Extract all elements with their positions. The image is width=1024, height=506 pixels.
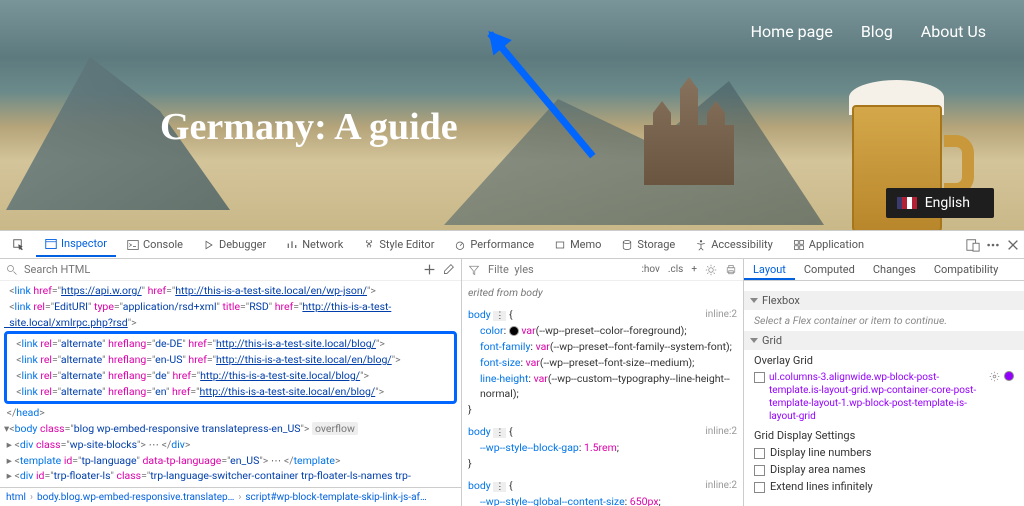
flexbox-hint: Select a Flex container or item to conti… <box>754 314 1014 327</box>
us-flag-icon <box>897 197 917 209</box>
nav-about[interactable]: About Us <box>921 22 986 41</box>
tab-memory[interactable]: Memo <box>545 233 610 256</box>
filter-icon <box>468 264 480 276</box>
nav-home[interactable]: Home page <box>751 22 833 41</box>
search-icon <box>6 264 18 276</box>
light-icon[interactable] <box>705 264 717 276</box>
nav-blog[interactable]: Blog <box>861 22 893 41</box>
add-rule-icon[interactable]: + <box>691 264 697 275</box>
tab-style-editor[interactable]: Style Editor <box>354 233 443 256</box>
opt-extend-lines[interactable]: Extend lines infinitely <box>754 480 1014 493</box>
hov-toggle[interactable]: :hov <box>641 264 659 275</box>
tab-storage[interactable]: Storage <box>612 233 684 256</box>
tab-application[interactable]: Application <box>784 233 873 256</box>
print-icon[interactable] <box>725 264 737 276</box>
page-title: Germany: A guide <box>160 105 458 149</box>
responsive-icon[interactable] <box>966 238 980 252</box>
devtools-tabs: Inspector Console Debugger Network Style… <box>0 231 1024 259</box>
highlighted-hreflang-block: <link rel="alternate" hreflang="de-DE" h… <box>4 331 457 404</box>
inspector-picker-icon[interactable] <box>4 234 34 256</box>
devtools-body: <link href="https://api.w.org/" href="ht… <box>0 259 1024 506</box>
tab-changes[interactable]: Changes <box>864 259 925 280</box>
html-panel: <link href="https://api.w.org/" href="ht… <box>0 259 462 506</box>
grid-overlay-item[interactable]: ul.columns-3.alignwide.wp-block-post-tem… <box>754 371 1014 423</box>
hero-section: Home page Blog About Us Germany: A guide… <box>0 0 1024 230</box>
close-icon[interactable] <box>1006 238 1020 252</box>
tab-network[interactable]: Network <box>277 233 352 256</box>
tab-performance[interactable]: Performance <box>445 233 543 256</box>
castle-decoration <box>644 65 734 185</box>
tab-layout[interactable]: Layout <box>744 259 795 280</box>
language-switcher[interactable]: English <box>886 188 994 218</box>
mountain-decoration <box>444 45 824 225</box>
language-label: English <box>925 195 970 211</box>
main-nav: Home page Blog About Us <box>751 22 986 41</box>
tab-computed[interactable]: Computed <box>795 259 864 280</box>
color-swatch[interactable] <box>1004 371 1014 381</box>
tab-debugger[interactable]: Debugger <box>194 233 275 256</box>
html-tree[interactable]: <link href="https://api.w.org/" href="ht… <box>0 281 461 487</box>
styles-panel: :hov .cls + erited from body body ⋮ {inl… <box>462 259 744 506</box>
breadcrumb[interactable]: html› body.blog.wp-embed-responsive.tran… <box>0 487 461 506</box>
tab-compatibility[interactable]: Compatibility <box>925 259 1008 280</box>
eyedropper-icon[interactable] <box>442 263 455 276</box>
styles-rules[interactable]: erited from body body ⋮ {inline:2 color:… <box>462 281 743 506</box>
layout-panel: Layout Computed Changes Compatibility Fl… <box>744 259 1024 506</box>
opt-area-names[interactable]: Display area names <box>754 463 1014 476</box>
tab-inspector[interactable]: Inspector <box>36 232 116 257</box>
more-icon[interactable] <box>986 238 1000 252</box>
tab-console[interactable]: Console <box>118 233 192 256</box>
gear-icon[interactable] <box>989 371 1000 382</box>
opt-line-numbers[interactable]: Display line numbers <box>754 446 1014 459</box>
tab-accessibility[interactable]: Accessibility <box>686 233 782 256</box>
flexbox-section[interactable]: Flexbox <box>744 291 1024 310</box>
grid-settings-label: Grid Display Settings <box>754 429 1014 442</box>
grid-section[interactable]: Grid <box>744 331 1024 350</box>
search-html-input[interactable] <box>24 263 417 276</box>
devtools: Inspector Console Debugger Network Style… <box>0 230 1024 506</box>
overlay-grid-label: Overlay Grid <box>754 354 1014 367</box>
filter-styles-input[interactable] <box>488 263 633 276</box>
cls-toggle[interactable]: .cls <box>668 264 683 275</box>
add-node-icon[interactable] <box>423 263 436 276</box>
